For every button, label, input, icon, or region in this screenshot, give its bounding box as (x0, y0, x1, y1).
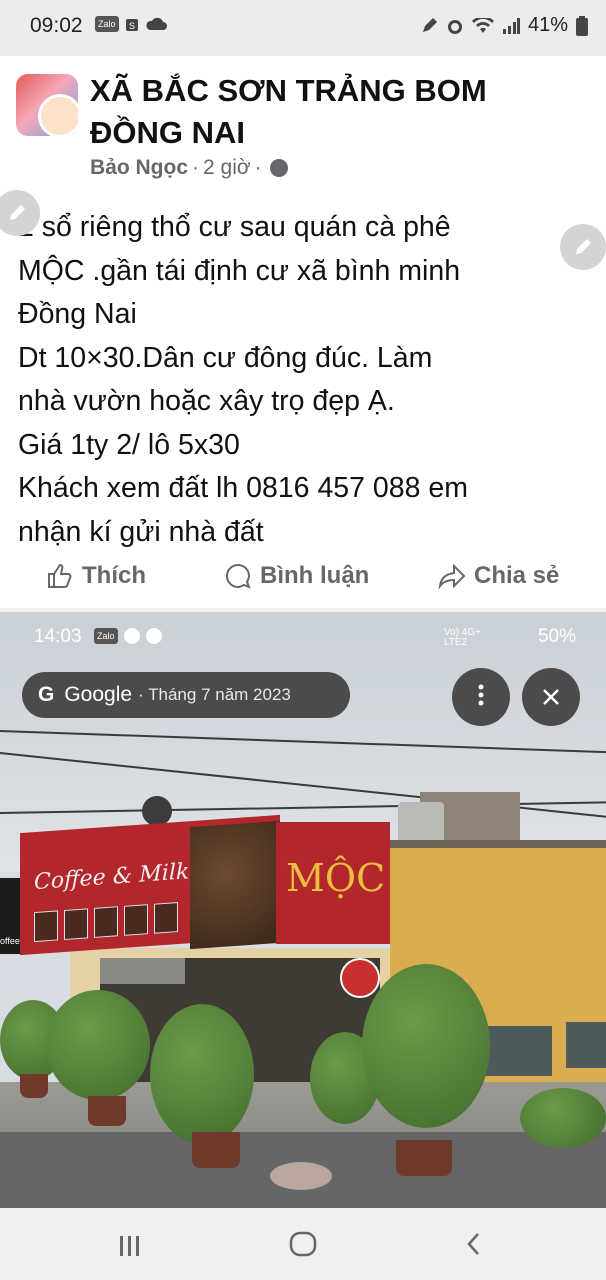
close-icon (543, 689, 559, 705)
photo-status-time: 14:03 (34, 626, 82, 647)
share-label: Chia sẻ (474, 562, 560, 589)
signal-icon (502, 17, 520, 34)
facebook-icon (123, 628, 140, 644)
home-button[interactable] (273, 1224, 333, 1264)
battery-percent: 41% (527, 14, 568, 36)
shrub (520, 1088, 606, 1148)
thumbs-up-icon (48, 563, 72, 588)
alarm-icon (447, 19, 462, 34)
author-name[interactable]: Bảo Ngọc (90, 156, 188, 180)
comment-label: Bình luận (260, 562, 370, 589)
like-button[interactable]: Thích (46, 562, 146, 590)
pencil-icon (10, 205, 25, 220)
post-text-line: Dt 10×30.Dân cư đông đúc. Làm (18, 341, 433, 374)
share-button[interactable]: Chia sẻ (438, 562, 559, 590)
photo-status-bar: 14:03 Zalo Vo) 4G+ LTE2 50% (0, 622, 606, 656)
post-text-line: Đồng Nai (18, 298, 137, 330)
menu-pictures (34, 902, 178, 943)
shop-shutter (100, 958, 185, 984)
group-name[interactable]: XÃ BẮC SƠN TRẢNG BOM ĐỒNG NAI (90, 70, 530, 154)
meta-separator: · (192, 156, 200, 179)
group-avatar[interactable] (16, 74, 78, 136)
post-text-line: 2 sổ riêng thổ cư sau quán cà phê (18, 211, 451, 243)
comment-button[interactable]: Bình luận (224, 562, 369, 590)
satellite-dish (142, 796, 172, 826)
battery-icon (576, 15, 588, 36)
meta-separator: · (254, 156, 262, 179)
globe-icon (269, 159, 288, 177)
plant-pot (396, 1140, 452, 1176)
plant-pot (270, 1162, 332, 1190)
moc-brand-text: MỘC (286, 856, 386, 900)
close-button[interactable] (522, 668, 580, 726)
facebook-icon (145, 628, 162, 644)
flowering-tree (362, 964, 490, 1128)
notification-icons: Zalo S (95, 16, 167, 32)
water-tank (398, 802, 444, 842)
zalo-icon: Zalo (95, 16, 119, 32)
back-icon (467, 1233, 479, 1255)
status-time: 09:02 (30, 14, 83, 37)
pencil-icon (576, 239, 591, 254)
zalo-icon: Zalo (94, 628, 118, 644)
share-icon (438, 563, 466, 590)
status-bar: 09:02 Zalo S 41% (0, 0, 606, 56)
photo-status-battery: 50% (537, 626, 576, 647)
google-g-icon: G (38, 683, 55, 706)
post-meta: Bảo Ngọc · 2 giờ · (90, 156, 288, 180)
photo-status-icons: Zalo (94, 628, 162, 644)
building-window (566, 1022, 606, 1068)
post-text-line: nhận kí gửi nhà đất (18, 515, 264, 548)
status-right: 41% (420, 14, 588, 37)
potted-tree (46, 990, 150, 1100)
moc-sign: MỘC (276, 822, 390, 944)
more-options-button[interactable] (452, 668, 510, 726)
post-time[interactable]: 2 giờ (203, 156, 251, 180)
coffee-beans-graphic (190, 820, 280, 950)
more-vertical-icon (478, 684, 484, 706)
recent-apps-icon (120, 1236, 139, 1256)
post-text-line: Khách xem đất lh 0816 457 088 em (18, 472, 468, 504)
post-text: 2 sổ riêng thổ cư sau quán cà phê MỘC .g… (18, 206, 598, 554)
navigation-bar (0, 1208, 606, 1280)
post-text-line: Giá 1ty 2/ lô 5x30 (18, 428, 240, 461)
post-text-line: MỘC .gần tái định cư xã bình minh (18, 254, 461, 287)
comment-icon (226, 563, 251, 589)
plant-pot (192, 1132, 240, 1168)
wifi-icon (471, 17, 494, 33)
capture-date: · Tháng 7 năm 2023 (138, 685, 291, 704)
post-photo[interactable]: 14:03 Zalo Vo) 4G+ LTE2 50% G Google · T… (0, 612, 606, 1208)
post-text-line: nhà vườn hoặc xây trọ đẹp Ạ. (18, 385, 395, 417)
photo-network: Vo) 4G+ LTE2 (444, 627, 481, 648)
back-button[interactable] (444, 1224, 504, 1264)
google-label: Google (64, 683, 133, 706)
plant-pot (20, 1074, 48, 1098)
plant-pot (88, 1096, 126, 1126)
cloud-icon (145, 17, 167, 30)
post-card: XÃ BẮC SƠN TRẢNG BOM ĐỒNG NAI Bảo Ngọc ·… (0, 56, 606, 608)
recent-apps-button[interactable] (100, 1224, 160, 1264)
google-date-pill[interactable]: G Google · Tháng 7 năm 2023 (22, 672, 350, 718)
edit-icon (422, 17, 437, 32)
sendo-icon: S (125, 19, 138, 31)
post-actions: Thích Bình luận Chia sẻ (0, 556, 606, 600)
round-shop-sign (340, 958, 380, 998)
like-label: Thích (82, 562, 146, 589)
floating-edit-button-right[interactable] (560, 224, 606, 270)
home-icon (289, 1231, 317, 1257)
svg-text:S: S (129, 21, 135, 31)
potted-tree (150, 1004, 254, 1144)
